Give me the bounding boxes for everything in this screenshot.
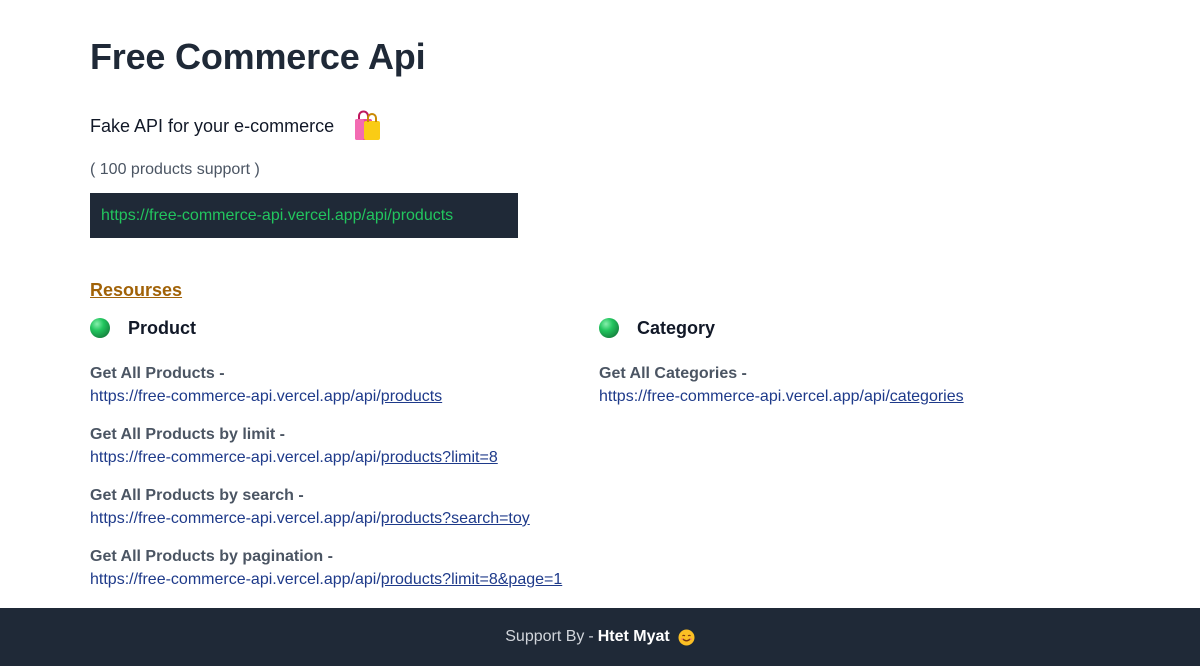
category-section-header: Category	[599, 316, 1099, 340]
footer-label: Support By	[505, 628, 585, 645]
tagline-text: Fake API for your e-commerce	[90, 115, 335, 136]
endpoint-link[interactable]: https://free-commerce-api.vercel.app/api…	[90, 568, 590, 591]
endpoint-path: products	[380, 388, 443, 405]
footer-author[interactable]: Htet Myat	[598, 628, 670, 646]
endpoint-base-url: https://free-commerce-api.vercel.app/api…	[90, 571, 381, 588]
endpoint-link[interactable]: https://free-commerce-api.vercel.app/api…	[90, 507, 590, 530]
green-circle-icon	[90, 318, 110, 338]
api-base-url[interactable]: https://free-commerce-api.vercel.app/api…	[101, 207, 453, 225]
products-support-count: ( 100 products support )	[90, 161, 260, 178]
endpoint-link[interactable]: https://free-commerce-api.vercel.app/api…	[90, 446, 590, 469]
green-circle-icon	[599, 318, 619, 338]
product-section-header: Product	[90, 316, 590, 340]
endpoint-path: categories	[889, 388, 964, 405]
api-url-box: https://free-commerce-api.vercel.app/api…	[90, 193, 518, 238]
endpoint-link[interactable]: https://free-commerce-api.vercel.app/api…	[599, 385, 1099, 408]
product-section-label: Product	[128, 317, 197, 338]
endpoint-path: products?search=toy	[380, 510, 530, 527]
endpoint-item: Get All Categories - https://free-commer…	[599, 362, 1099, 408]
endpoint-base-url: https://free-commerce-api.vercel.app/api…	[90, 388, 381, 405]
endpoint-title: Get All Products by search -	[90, 487, 304, 504]
endpoint-title: Get All Products -	[90, 365, 225, 382]
shopping-bags-icon	[352, 110, 382, 142]
category-section: Category Get All Categories - https://fr…	[599, 316, 1099, 408]
resources-heading[interactable]: Resourses	[90, 280, 182, 301]
endpoint-title: Get All Categories -	[599, 365, 747, 382]
endpoint-item: Get All Products by limit - https://free…	[90, 423, 590, 469]
endpoint-link[interactable]: https://free-commerce-api.vercel.app/api…	[90, 385, 590, 408]
product-section: Product Get All Products - https://free-…	[90, 316, 590, 591]
endpoint-title: Get All Products by pagination -	[90, 548, 333, 565]
product-endpoint-list: Get All Products - https://free-commerce…	[90, 362, 590, 591]
endpoint-title: Get All Products by limit -	[90, 426, 285, 443]
smiling-face-icon	[678, 629, 695, 646]
endpoint-path: products?limit=8&page=1	[380, 571, 563, 588]
tagline: Fake API for your e-commerce	[90, 110, 382, 142]
category-endpoint-list: Get All Categories - https://free-commer…	[599, 362, 1099, 408]
category-section-label: Category	[637, 317, 716, 338]
endpoint-path: products?limit=8	[380, 449, 498, 466]
endpoint-item: Get All Products by pagination - https:/…	[90, 545, 590, 591]
page-title: Free Commerce Api	[90, 36, 426, 77]
page: Free Commerce Api Fake API for your e-co…	[0, 0, 1200, 666]
footer: Support By - Htet Myat	[0, 608, 1200, 666]
endpoint-base-url: https://free-commerce-api.vercel.app/api…	[90, 510, 381, 527]
endpoint-item: Get All Products - https://free-commerce…	[90, 362, 590, 408]
endpoint-item: Get All Products by search - https://fre…	[90, 484, 590, 530]
endpoint-base-url: https://free-commerce-api.vercel.app/api…	[599, 388, 890, 405]
footer-separator: -	[588, 628, 594, 645]
endpoint-base-url: https://free-commerce-api.vercel.app/api…	[90, 449, 381, 466]
